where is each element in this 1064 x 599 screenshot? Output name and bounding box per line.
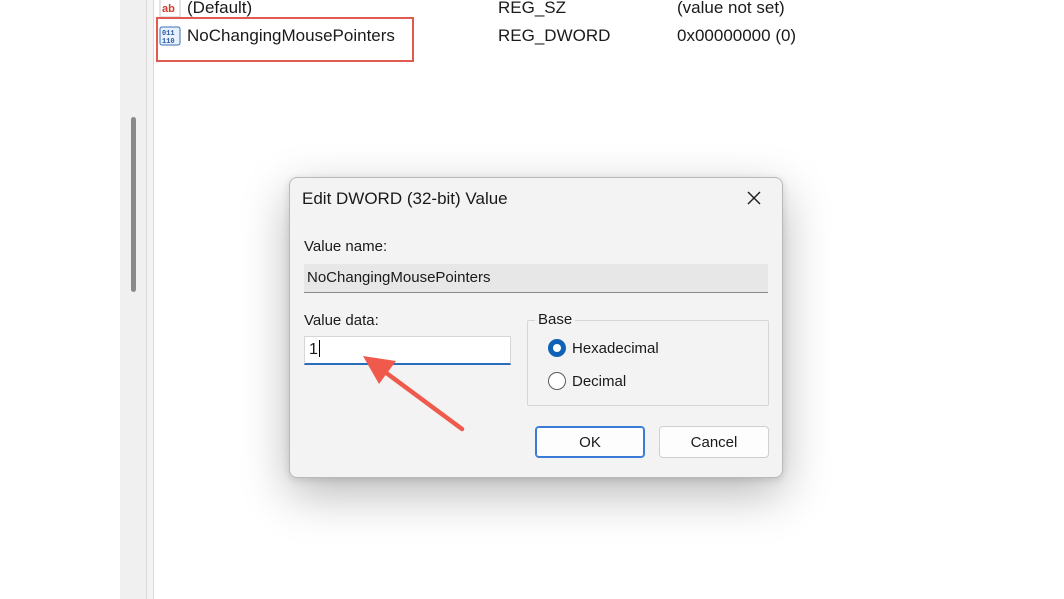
ok-button[interactable]: OK <box>535 426 645 458</box>
radio-selected-icon <box>548 339 566 357</box>
value-data-label: Value data: <box>304 312 379 329</box>
tree-scrollbar-thumb[interactable] <box>131 117 136 292</box>
key-tree-pane <box>0 0 120 599</box>
string-value-icon: ab <box>159 0 181 18</box>
dialog-title: Edit DWORD (32-bit) Value <box>302 189 508 208</box>
radio-unselected-icon <box>548 372 566 390</box>
cancel-button[interactable]: Cancel <box>659 426 769 458</box>
value-name-label: Value name: <box>304 238 388 255</box>
value-data-text: 1 <box>309 341 318 358</box>
radio-label: Hexadecimal <box>572 339 659 357</box>
pane-splitter[interactable] <box>146 0 154 599</box>
radio-label: Decimal <box>572 372 627 390</box>
value-data-input[interactable]: 1 <box>304 336 511 365</box>
text-caret <box>318 340 320 357</box>
value-data: (value not set) <box>677 0 785 17</box>
value-type: REG_SZ <box>498 0 567 17</box>
radio-hexadecimal[interactable]: Hexadecimal <box>548 337 659 359</box>
radio-decimal[interactable]: Decimal <box>548 370 626 392</box>
tree-scrollbar[interactable] <box>120 0 146 599</box>
close-button[interactable] <box>736 185 772 215</box>
close-icon <box>746 190 762 211</box>
annotation-highlight-box <box>156 17 414 62</box>
base-groupbox <box>527 320 769 406</box>
svg-text:ab: ab <box>162 3 175 15</box>
value-type: REG_DWORD <box>498 26 611 45</box>
value-data: 0x00000000 (0) <box>677 26 797 45</box>
base-label: Base <box>535 311 576 328</box>
value-name-field: NoChangingMousePointers <box>304 264 768 293</box>
edit-dword-dialog: Edit DWORD (32-bit) Value Value name: No… <box>289 177 783 478</box>
